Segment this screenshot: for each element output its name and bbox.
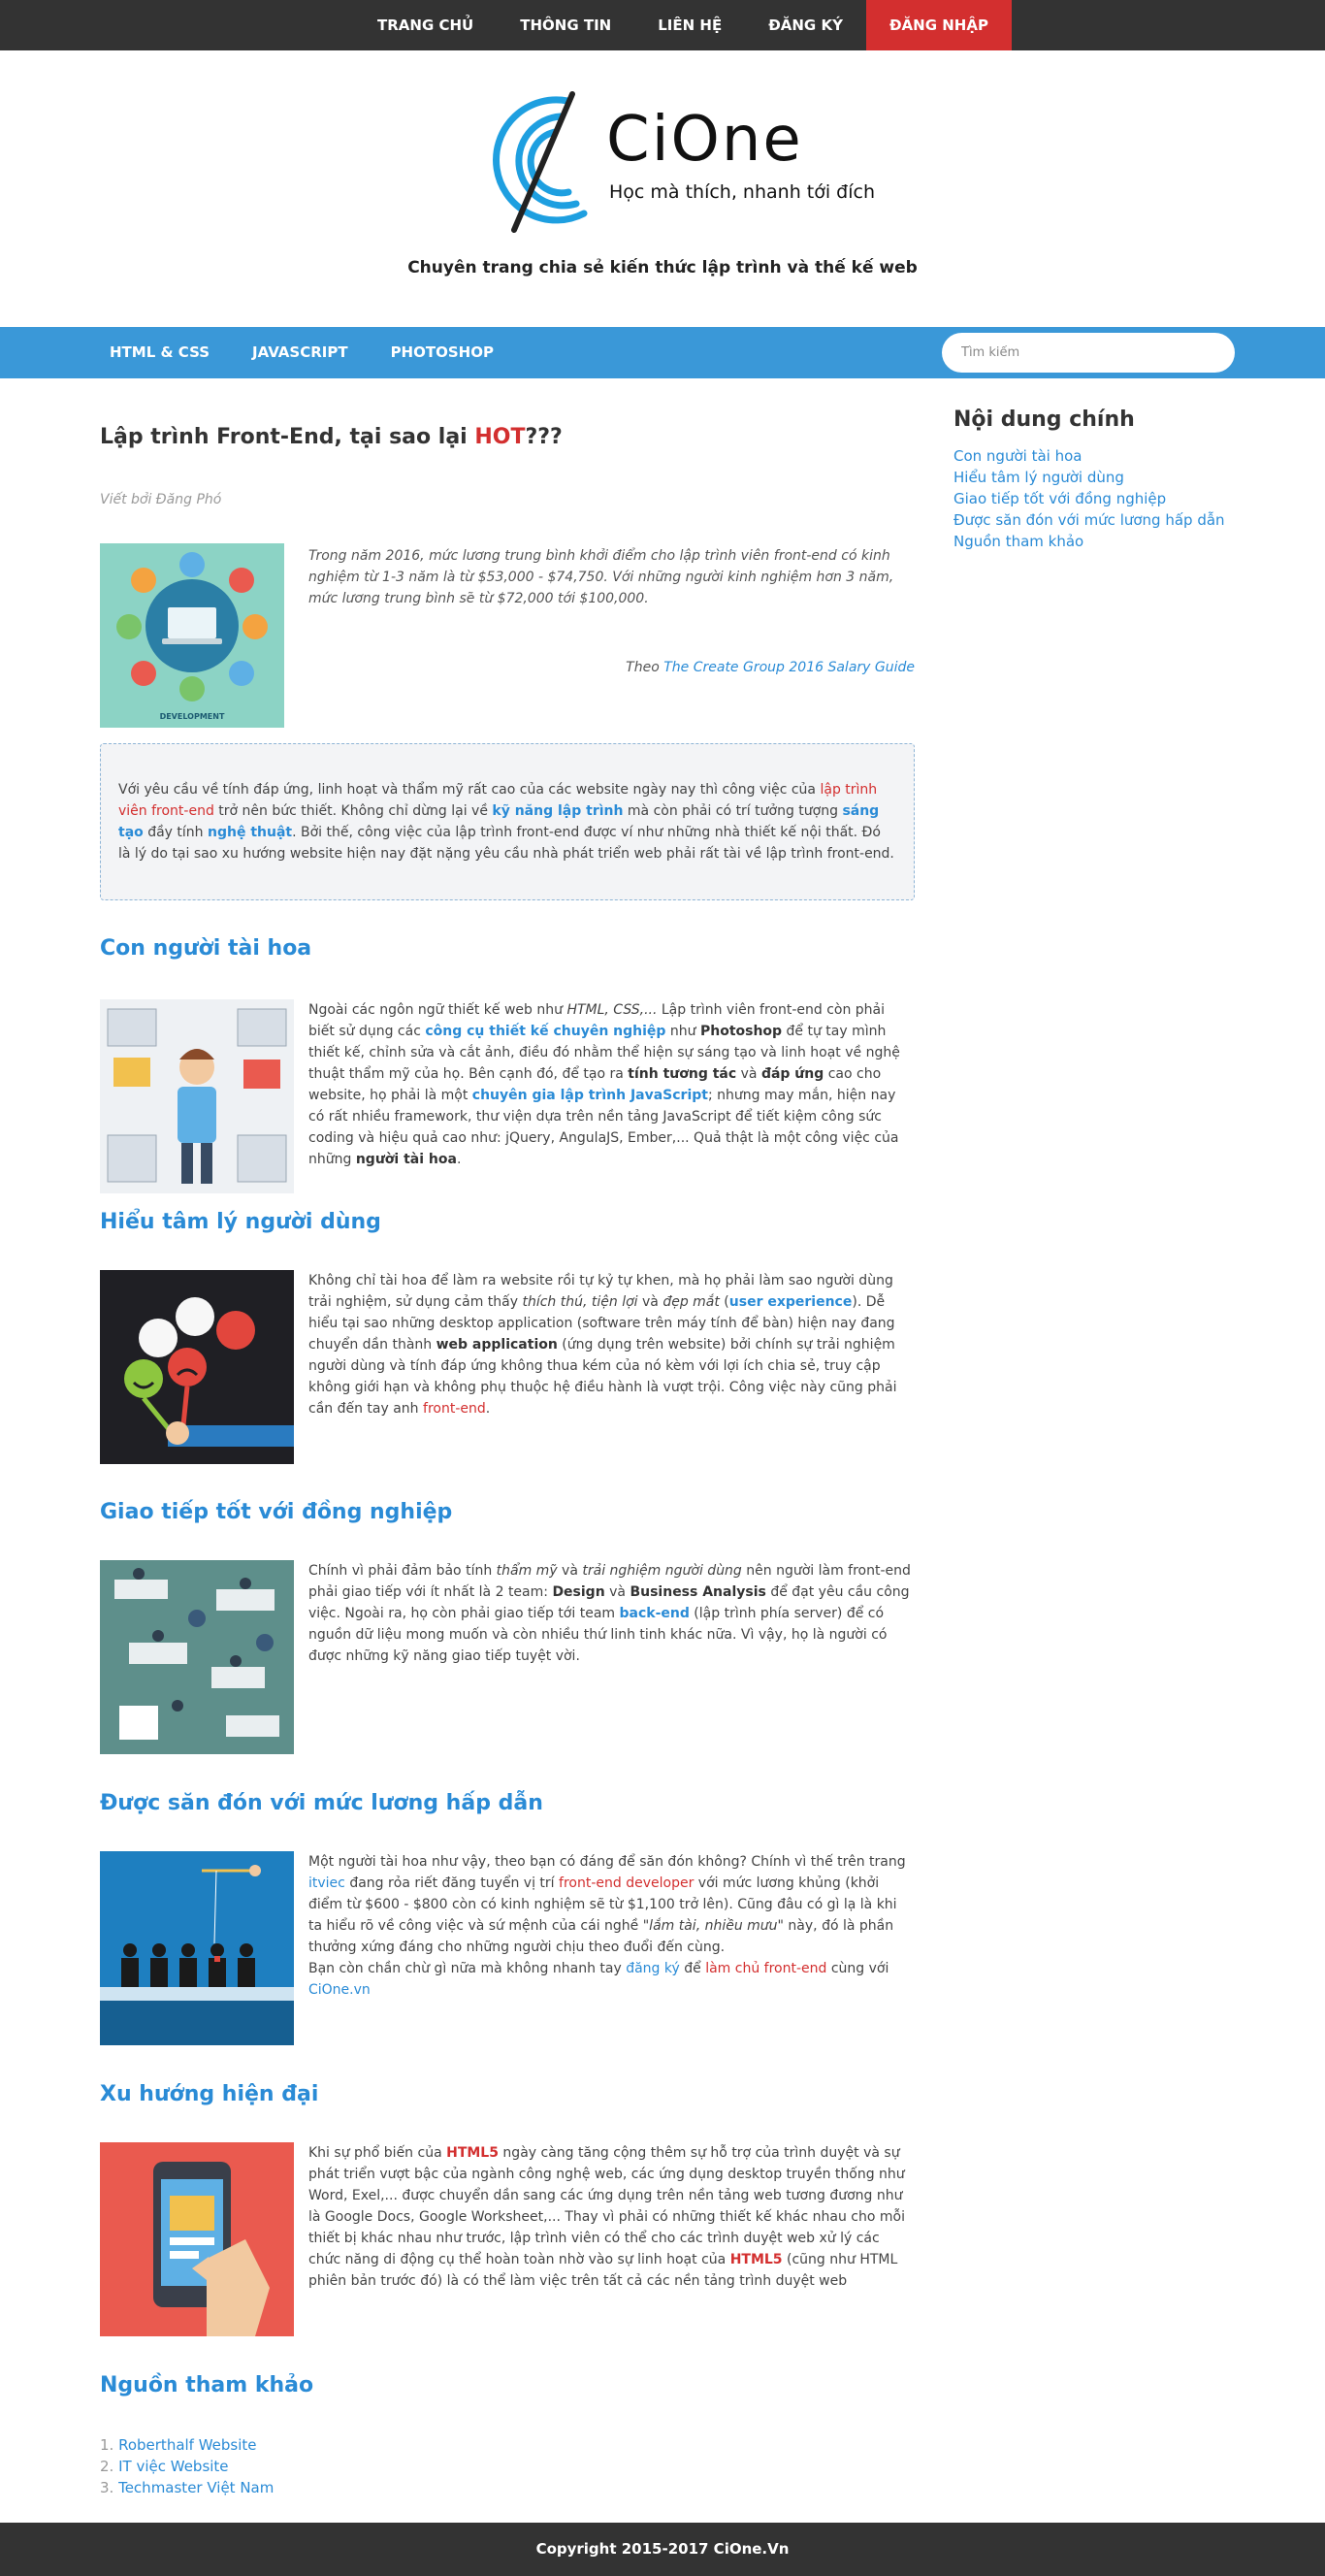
- nav-contact[interactable]: LIÊN HỆ: [634, 0, 745, 50]
- category-javascript[interactable]: JAVASCRIPT: [231, 327, 370, 378]
- toc-link-salary[interactable]: Được săn đón với mức lương hấp dẫn: [953, 509, 1244, 531]
- section-text-salary: Một người tài hoa như vậy, theo bạn có đ…: [308, 1854, 906, 1998]
- frontend-link[interactable]: front-end: [423, 1401, 486, 1417]
- reference-item[interactable]: 1. Roberthalf Website: [100, 2434, 274, 2456]
- master-frontend-link[interactable]: làm chủ front-end: [705, 1961, 826, 1976]
- salary-illustration: [100, 1851, 294, 2045]
- toc-link-psychology[interactable]: Hiểu tâm lý người dùng: [953, 467, 1244, 488]
- article-byline: Viết bởi Đăng Phó: [100, 492, 222, 507]
- trend-illustration: [100, 2142, 294, 2336]
- toc-link-talent[interactable]: Con người tài hoa: [953, 445, 1244, 467]
- intro-callout: Với yêu cầu về tính đáp ứng, linh hoạt v…: [100, 743, 915, 900]
- category-photoshop[interactable]: PHOTOSHOP: [370, 327, 515, 378]
- development-caption: DEVELOPMENT: [160, 712, 225, 721]
- section-title-psychology: Hiểu tâm lý người dùng: [100, 1210, 381, 1234]
- salary-guide-link[interactable]: The Create Group 2016 Salary Guide: [663, 660, 915, 675]
- sidebar-title: Nội dung chính: [953, 408, 1135, 432]
- top-navigation: TRANG CHỦ THÔNG TIN LIÊN HỆ ĐĂNG KÝ ĐĂNG…: [0, 0, 1325, 50]
- frontend-developer-link[interactable]: front-end developer: [559, 1875, 694, 1891]
- itviec-link[interactable]: itviec: [308, 1875, 345, 1891]
- section-text-psychology: Không chỉ tài hoa để làm ra website rồi …: [308, 1273, 897, 1417]
- reference-item[interactable]: 3. Techmaster Việt Nam: [100, 2477, 274, 2498]
- intro-source: Theo The Create Group 2016 Salary Guide: [626, 660, 915, 675]
- category-menu: HTML & CSS JAVASCRIPT PHOTOSHOP: [88, 327, 515, 378]
- site-description: Chuyên trang chia sẻ kiến thức lập trình…: [407, 258, 918, 277]
- designer-icon: [100, 999, 294, 1193]
- register-link[interactable]: đăng ký: [626, 1961, 680, 1976]
- psychology-illustration: [100, 1270, 294, 1464]
- reference-item[interactable]: 2. IT việc Website: [100, 2456, 274, 2477]
- nav-home[interactable]: TRANG CHỦ: [354, 0, 497, 50]
- nav-login[interactable]: ĐĂNG NHẬP: [865, 0, 1012, 50]
- nav-info[interactable]: THÔNG TIN: [497, 0, 634, 50]
- top-nav-menu: TRANG CHỦ THÔNG TIN LIÊN HỆ ĐĂNG KÝ ĐĂNG…: [354, 0, 1012, 50]
- section-title-communication: Giao tiếp tốt với đồng nghiệp: [100, 1500, 453, 1524]
- section-title-salary: Được săn đón với mức lương hấp dẫn: [100, 1791, 543, 1815]
- headhunting-icon: [100, 1851, 294, 2045]
- section-title-talent: Con người tài hoa: [100, 936, 312, 961]
- sidebar-toc: Nội dung chính Con người tài hoa Hiểu tâ…: [953, 408, 1244, 552]
- section-title-references: Nguồn tham khảo: [100, 2373, 314, 2397]
- development-illustration: DEVELOPMENT: [100, 543, 284, 728]
- mobile-phone-icon: [100, 2142, 294, 2336]
- cione-link[interactable]: CiOne.vn: [308, 1982, 371, 1998]
- office-team-icon: [100, 1560, 294, 1754]
- section-title-trend: Xu hướng hiện đại: [100, 2082, 319, 2106]
- search-input[interactable]: [942, 333, 1235, 373]
- references-list: 1. Roberthalf Website 2. IT việc Website…: [100, 2434, 274, 2498]
- nav-register[interactable]: ĐĂNG KÝ: [745, 0, 866, 50]
- section-text-communication: Chính vì phải đảm bảo tính thẩm mỹ và tr…: [308, 1563, 911, 1664]
- footer: Copyright 2015-2017 CiOne.Vn: [0, 2523, 1325, 2576]
- communication-illustration: [100, 1560, 294, 1754]
- article-title: Lập trình Front-End, tại sao lại HOT???: [100, 425, 563, 449]
- logo-c-icon: [493, 91, 588, 233]
- site-logo[interactable]: CiOne Học mà thích, nhanh tới đích: [475, 89, 875, 235]
- category-html-css[interactable]: HTML & CSS: [88, 327, 231, 378]
- emoji-feedback-icon: [100, 1270, 294, 1464]
- toc-link-communication[interactable]: Giao tiếp tốt với đồng nghiệp: [953, 488, 1244, 509]
- logo-tagline: Học mà thích, nhanh tới đích: [609, 181, 875, 203]
- section-text-talent: Ngoài các ngôn ngữ thiết kế web như HTML…: [308, 1002, 900, 1167]
- intro-quote: Trong năm 2016, mức lương trung bình khở…: [308, 548, 894, 606]
- copyright-text: Copyright 2015-2017 CiOne.Vn: [535, 2540, 790, 2558]
- logo-wordmark: CiOne: [606, 104, 803, 176]
- development-icon: DEVELOPMENT: [100, 543, 284, 728]
- section-text-trend: Khi sự phổ biến của HTML5 ngày càng tăng…: [308, 2145, 905, 2289]
- talent-illustration: [100, 999, 294, 1193]
- toc-link-references[interactable]: Nguồn tham khảo: [953, 531, 1244, 552]
